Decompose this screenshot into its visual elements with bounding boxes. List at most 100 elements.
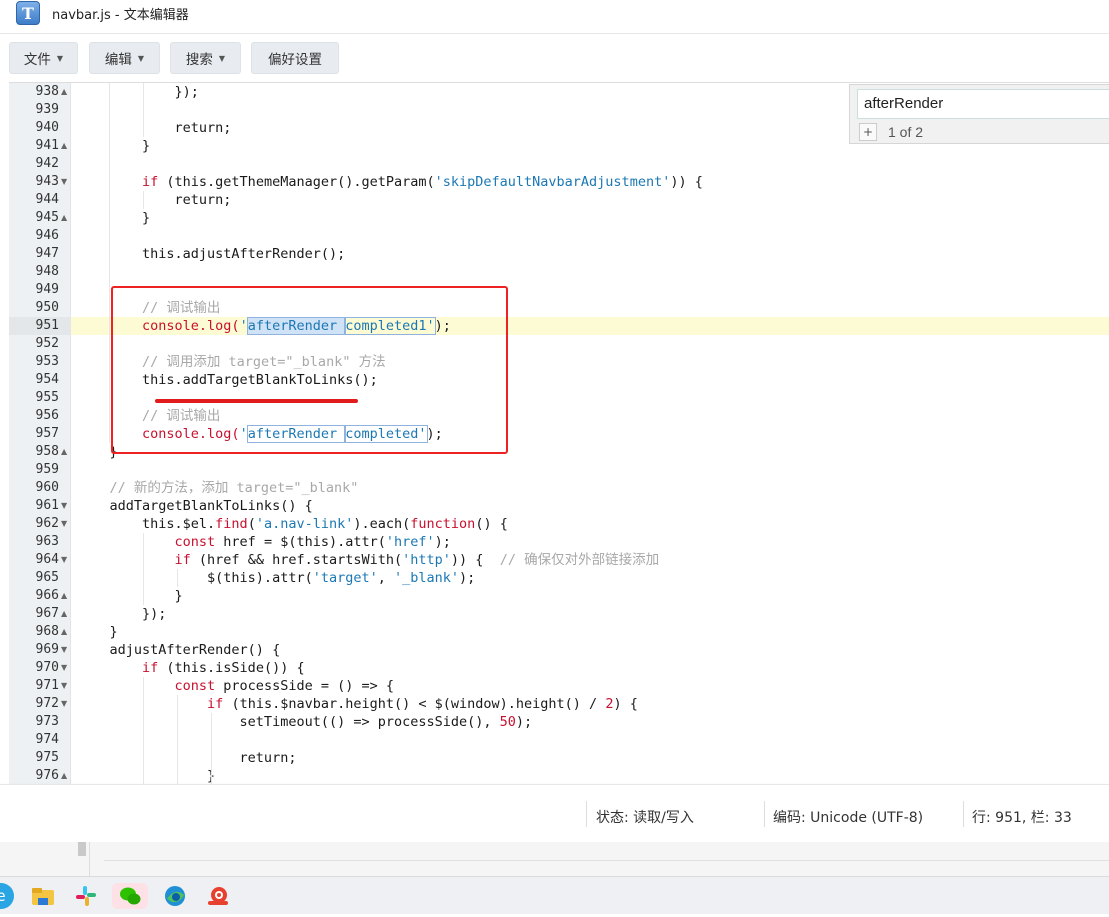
code-line[interactable]: 964 ▼ if (href && href.startsWith('http')… bbox=[9, 551, 1109, 569]
fold-down-icon[interactable]: ▼ bbox=[61, 551, 70, 569]
search-options-button[interactable]: + bbox=[859, 123, 877, 141]
line-number: 952 bbox=[35, 336, 59, 351]
code-line[interactable]: 963 const href = $(this).attr('href'); bbox=[9, 533, 1109, 551]
text-editor-window: T navbar.js - 文本编辑器 文件 ▼ 编辑 ▼ 搜索 ▼ 偏好设置 938… bbox=[0, 0, 1109, 914]
code-token: if bbox=[77, 174, 159, 190]
code-text: const processSide = () => { bbox=[77, 677, 394, 695]
line-number: 968 bbox=[35, 624, 59, 639]
fold-down-icon[interactable]: ▼ bbox=[61, 173, 70, 191]
code-line[interactable]: 945 ▲ } bbox=[9, 209, 1109, 227]
chevron-down-icon: ▼ bbox=[137, 53, 145, 63]
code-line[interactable]: 948 bbox=[9, 263, 1109, 281]
code-text: if (this.isSide()) { bbox=[77, 659, 305, 677]
line-number: 962 bbox=[35, 516, 59, 531]
code-line[interactable]: 969 ▼ adjustAfterRender() { bbox=[9, 641, 1109, 659]
fold-down-icon[interactable]: ▼ bbox=[61, 515, 70, 533]
menu-prefs-button[interactable]: 偏好设置 bbox=[251, 42, 339, 74]
edge-icon[interactable] bbox=[162, 883, 188, 909]
fold-down-icon[interactable]: ▼ bbox=[61, 677, 70, 695]
code-line[interactable]: 960 // 新的方法，添加 target="_blank" bbox=[9, 479, 1109, 497]
code-text: } bbox=[77, 623, 118, 641]
file-explorer-icon[interactable] bbox=[30, 883, 56, 909]
code-line[interactable]: 962 ▼ this.$el.find('a.nav-link').each(fu… bbox=[9, 515, 1109, 533]
code-text: setTimeout(() => processSide(), 50); bbox=[77, 713, 533, 731]
fold-up-icon[interactable]: ▲ bbox=[61, 443, 70, 461]
snail-app-icon[interactable] bbox=[205, 883, 231, 909]
indent-guide bbox=[143, 83, 144, 137]
fold-down-icon[interactable]: ▼ bbox=[61, 659, 70, 677]
fold-up-icon[interactable]: ▲ bbox=[61, 209, 70, 227]
code-line[interactable]: 961 ▼ addTargetBlankToLinks() { bbox=[9, 497, 1109, 515]
code-line[interactable]: 959 bbox=[9, 461, 1109, 479]
line-number: 970 bbox=[35, 660, 59, 675]
code-line[interactable]: 974 bbox=[9, 731, 1109, 749]
code-token: href = $(this).attr( bbox=[215, 534, 386, 550]
code-line[interactable]: 947 this.adjustAfterRender(); bbox=[9, 245, 1109, 263]
line-number: 949 bbox=[35, 282, 59, 297]
code-line[interactable]: 973 setTimeout(() => processSide(), 50); bbox=[9, 713, 1109, 731]
chevron-down-icon: ▼ bbox=[218, 53, 226, 63]
code-token: , bbox=[377, 570, 394, 586]
title-bar: T navbar.js - 文本编辑器 bbox=[0, 0, 1109, 30]
code-token: )) { bbox=[450, 552, 500, 568]
menu-edit-button[interactable]: 编辑 ▼ bbox=[89, 42, 160, 74]
code-line[interactable]: 943 ▼ if (this.getThemeManager().getParam… bbox=[9, 173, 1109, 191]
line-number: 941 bbox=[35, 138, 59, 153]
code-line[interactable]: 976 ▲ } bbox=[9, 767, 1109, 784]
search-input[interactable]: afterRender bbox=[857, 89, 1109, 119]
line-number: 948 bbox=[35, 264, 59, 279]
fold-up-icon[interactable]: ▲ bbox=[61, 587, 70, 605]
code-editor[interactable]: 938 ▲ }); 939 940 return; 941 ▲ } 942 943 ▼ if (… bbox=[9, 82, 1109, 784]
code-token: find bbox=[215, 516, 248, 532]
code-text: const href = $(this).attr('href'); bbox=[77, 533, 451, 551]
code-text: adjustAfterRender() { bbox=[77, 641, 281, 659]
code-line[interactable]: 971 ▼ const processSide = () => { bbox=[9, 677, 1109, 695]
fold-down-icon[interactable]: ▼ bbox=[61, 641, 70, 659]
line-number: 975 bbox=[35, 750, 59, 765]
code-line[interactable]: 942 bbox=[9, 155, 1109, 173]
indent-guide bbox=[177, 695, 178, 784]
code-text: if (this.getThemeManager().getParam('ski… bbox=[77, 173, 703, 191]
fold-down-icon[interactable]: ▼ bbox=[61, 497, 70, 515]
fold-up-icon[interactable]: ▲ bbox=[61, 605, 70, 623]
code-line[interactable]: 967 ▲ }); bbox=[9, 605, 1109, 623]
line-number: 944 bbox=[35, 192, 59, 207]
code-line[interactable]: 944 return; bbox=[9, 191, 1109, 209]
menu-search-button[interactable]: 搜索 ▼ bbox=[170, 42, 241, 74]
status-cursor-position: 行: 951, 栏: 33 bbox=[972, 810, 1072, 826]
fold-down-icon[interactable]: ▼ bbox=[61, 695, 70, 713]
code-token: 'target' bbox=[312, 570, 378, 586]
chevron-down-icon: ▼ bbox=[56, 53, 64, 63]
code-text: addTargetBlankToLinks() { bbox=[77, 497, 313, 515]
fold-up-icon[interactable]: ▲ bbox=[61, 767, 70, 784]
background-window bbox=[0, 842, 1109, 876]
status-mode: 状态: 读取/写入 bbox=[596, 810, 694, 826]
slack-icon[interactable] bbox=[73, 883, 99, 909]
code-line[interactable]: 946 bbox=[9, 227, 1109, 245]
code-token: return; bbox=[77, 192, 232, 208]
edge-partial-icon[interactable]: e bbox=[0, 883, 14, 909]
code-line[interactable]: 975 return; bbox=[9, 749, 1109, 767]
code-token: 'a.nav-link' bbox=[255, 516, 354, 532]
fold-up-icon[interactable]: ▲ bbox=[61, 137, 70, 155]
code-token: return; bbox=[77, 120, 232, 136]
code-line[interactable]: 966 ▲ } bbox=[9, 587, 1109, 605]
line-number: 955 bbox=[35, 390, 59, 405]
menu-file-button[interactable]: 文件 ▼ bbox=[9, 42, 78, 74]
background-divider bbox=[104, 860, 1109, 861]
code-token: () { bbox=[475, 516, 508, 532]
wechat-icon[interactable] bbox=[112, 883, 148, 909]
line-number: 973 bbox=[35, 714, 59, 729]
status-encoding: 编码: Unicode (UTF-8) bbox=[773, 810, 924, 826]
code-token: ); bbox=[515, 714, 533, 730]
fold-up-icon[interactable]: ▲ bbox=[61, 623, 70, 641]
line-number: 939 bbox=[35, 102, 59, 117]
code-line[interactable]: 968 ▲ } bbox=[9, 623, 1109, 641]
fold-up-icon[interactable]: ▲ bbox=[61, 83, 70, 101]
code-line[interactable]: 965 $(this).attr('target', '_blank'); bbox=[9, 569, 1109, 587]
code-line[interactable]: 972 ▼ if (this.$navbar.height() < $(windo… bbox=[9, 695, 1109, 713]
code-token: } bbox=[77, 588, 183, 604]
line-number: 971 bbox=[35, 678, 59, 693]
code-line[interactable]: 970 ▼ if (this.isSide()) { bbox=[9, 659, 1109, 677]
annotation-red-underline bbox=[155, 399, 358, 403]
